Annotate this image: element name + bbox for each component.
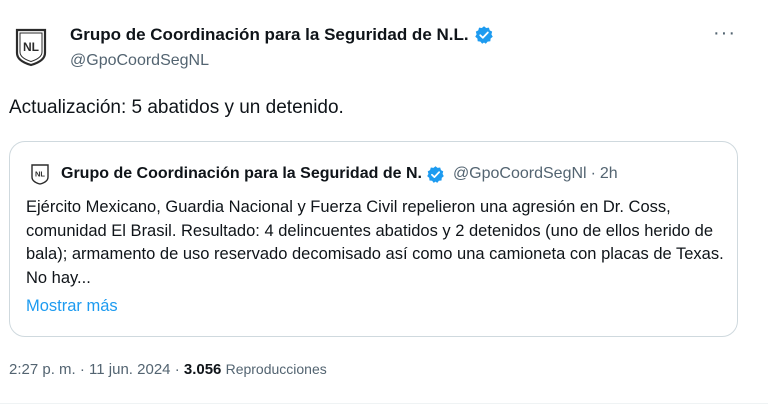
quoted-display-name: Grupo de Coordinación para la Seguridad … <box>61 165 422 182</box>
tweet-header: NL Grupo de Coordinación para la Segurid… <box>0 0 768 80</box>
quoted-avatar-nl-shield-icon: NL <box>31 164 49 185</box>
quoted-timestamp: 2h <box>599 165 618 182</box>
avatar-text: NL <box>23 40 39 54</box>
divider <box>0 403 768 404</box>
quoted-separator: · <box>590 165 596 182</box>
views-count: 3.056 <box>183 361 222 378</box>
author-name-row: Grupo de Coordinación para la Seguridad … <box>70 25 494 45</box>
meta-separator: · <box>174 361 180 378</box>
quoted-avatar-text: NL <box>35 170 45 179</box>
author-display-name[interactable]: Grupo de Coordinación para la Seguridad … <box>70 25 469 45</box>
more-options-icon[interactable]: ··· <box>713 22 736 45</box>
avatar-nl-shield-icon[interactable]: NL <box>14 27 48 67</box>
tweet-date[interactable]: 11 jun. 2024 <box>89 361 170 378</box>
author-handle[interactable]: @GpoCoordSegNL <box>70 52 209 70</box>
show-more-link[interactable]: Mostrar más <box>26 297 118 316</box>
tweet-time[interactable]: 2:27 p. m. <box>9 361 76 378</box>
quoted-tweet-card[interactable]: NL Grupo de Coordinación para la Segurid… <box>9 141 738 337</box>
meta-separator: · <box>79 361 85 378</box>
quoted-tweet-header: NL Grupo de Coordinación para la Segurid… <box>30 163 730 185</box>
quoted-handle: @GpoCoordSegNl <box>452 165 587 182</box>
tweet-text: Actualización: 5 abatidos y un detenido. <box>9 97 344 118</box>
verified-badge-icon <box>474 26 493 44</box>
tweet-meta: 2:27 p. m. · 11 jun. 2024 · 3.056 Reprod… <box>9 361 327 378</box>
quoted-tweet-text: Ejército Mexicano, Guardia Nacional y Fu… <box>26 198 724 287</box>
views-label: Reproducciones <box>225 361 327 377</box>
quoted-verified-badge-icon <box>427 165 444 183</box>
